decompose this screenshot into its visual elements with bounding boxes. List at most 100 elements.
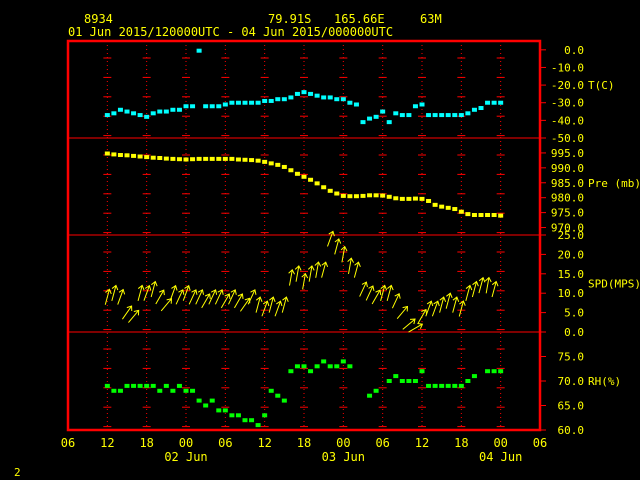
humidity-point [419,369,425,374]
pressure-point [144,155,150,160]
x-day-label: 03 Jun [322,450,365,464]
pressure-point [380,193,386,198]
x-tick-label: 06 [218,436,232,450]
y-tick-label: 75.0 [558,351,585,364]
pressure-point [426,198,432,203]
humidity-point [288,369,294,374]
panel-label-pressure: Pre (mb) [588,177,640,190]
humidity-point [426,383,432,388]
temperature-point [373,114,379,119]
pressure-point [412,196,418,201]
y-tick-label: 990.0 [551,162,584,175]
pressure-point [275,162,281,167]
pressure-point [170,156,176,161]
humidity-point [471,374,477,379]
humidity-point [465,379,471,383]
temperature-point [268,98,274,103]
humidity-point [452,383,458,388]
pressure-point [321,185,327,190]
pressure-point [347,194,353,199]
temperature-point [294,91,300,96]
temperature-point [235,100,241,105]
temperature-point [229,100,235,105]
panel-label-wind: SPD(MPS) [588,278,640,291]
temperature-point [498,100,504,105]
humidity-point [262,413,268,418]
temperature-point [222,102,228,107]
y-tick-label: 995.0 [551,147,584,160]
humidity-point [491,369,497,374]
pressure-point [268,161,274,166]
pressure-point [203,156,209,161]
pressure-point [294,171,300,176]
pressure-point [360,193,366,198]
temperature-point [163,109,169,114]
temperature-point [170,107,176,112]
temperature-point [150,111,156,116]
y-tick-label: 975.0 [551,207,584,220]
humidity-point [235,413,241,418]
x-tick-label: 00 [336,436,350,450]
temperature-point [131,111,137,116]
x-tick-label: 12 [415,436,429,450]
temperature-point [399,113,405,118]
temperature-point [439,113,445,118]
pressure-point [478,213,484,218]
temperature-point [445,113,451,118]
temperature-point [209,104,215,109]
pressure-point [445,205,451,210]
aws-meteogram: 8934 79.91S 165.66E 63M 01 Jun 2015/1200… [0,0,640,480]
station-id: 8934 [84,12,113,26]
humidity-point [176,383,182,388]
pressure-point [196,156,202,161]
temperature-point [111,111,117,116]
humidity-point [216,408,222,413]
pressure-point [117,153,123,158]
x-tick-label: 18 [297,436,311,450]
pressure-point [386,194,392,199]
y-tick-label: 0.0 [564,44,584,57]
humidity-point [209,398,215,403]
pressure-point [399,196,405,201]
humidity-point [340,359,346,364]
temperature-point [485,100,491,105]
pressure-point [367,193,373,198]
y-tick-label: -10.0 [551,61,584,74]
pressure-point [471,213,477,218]
humidity-point [131,383,137,388]
x-tick-label: 12 [100,436,114,450]
temperature-point [314,93,320,98]
temperature-point [196,48,202,53]
x-tick-label: 12 [257,436,271,450]
temperature-point [281,97,287,102]
pressure-point [308,177,314,182]
page-number: 2 [14,466,21,479]
temperature-point [216,104,222,109]
humidity-point [347,364,353,369]
humidity-point [314,364,320,369]
background [0,0,640,480]
temperature-point [137,113,143,118]
temperature-point [367,116,373,121]
temperature-point [458,113,464,118]
pressure-point [242,157,248,162]
pressure-point [439,204,445,209]
time-range: 01 Jun 2015/120000UTC - 04 Jun 2015/0000… [68,25,393,39]
humidity-point [124,383,130,388]
y-tick-label: 0.0 [564,326,584,339]
pressure-point [229,156,235,161]
x-tick-label: 06 [533,436,547,450]
humidity-point [367,393,373,398]
x-tick-label: 00 [493,436,507,450]
y-tick-label: 60.0 [558,424,585,437]
pressure-point [255,158,261,163]
humidity-point [190,388,196,393]
temperature-point [176,107,182,112]
temperature-point [347,100,353,105]
pressure-point [131,153,137,158]
humidity-point [498,369,504,374]
elevation: 63M [420,12,442,26]
pressure-point [314,181,320,186]
pressure-point [183,157,189,162]
pressure-point [216,156,222,161]
